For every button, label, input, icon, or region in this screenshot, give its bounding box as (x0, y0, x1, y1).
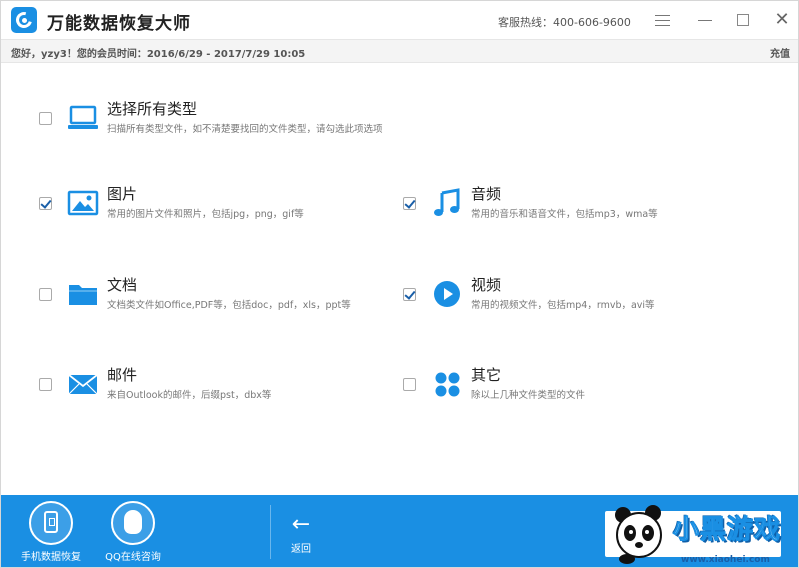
play-icon (434, 281, 460, 307)
phone-recovery-label: 手机数据恢复 (21, 552, 81, 563)
qq-consult-button[interactable]: QQ在线咨询 (97, 501, 169, 563)
option-title: 音频 (471, 185, 502, 203)
menu-button[interactable] (651, 9, 675, 31)
option-select-all[interactable]: 选择所有类型 扫描所有类型文件，如不清楚要找回的文件类型，请勾选此项选项 (39, 100, 383, 145)
back-arrow-icon: ← (291, 512, 311, 537)
option-title: 邮件 (107, 366, 138, 384)
app-title: 万能数据恢复大师 (47, 14, 191, 34)
back-button[interactable]: ← 返回 (281, 501, 321, 556)
recharge-link[interactable]: 充值 (770, 45, 790, 60)
title-bar: 万能数据恢复大师 客服热线：400-606-9600 ✕ (1, 1, 798, 39)
option-other[interactable]: 其它 除以上几种文件类型的文件 (403, 366, 723, 411)
option-desc: 来自Outlook的邮件，后缀pst，dbx等 (107, 390, 272, 401)
panda-mascot-icon (615, 505, 662, 564)
image-icon (67, 190, 99, 216)
back-label: 返回 (291, 544, 311, 555)
option-images[interactable]: 图片 常用的图片文件和照片，包括jpg，png，gif等 (39, 185, 359, 230)
audio-checkbox[interactable] (403, 197, 416, 210)
brand-logo-text: 小黑游戏 (672, 515, 782, 546)
option-title: 文档 (107, 276, 138, 294)
phone-recovery-button[interactable]: 手机数据恢复 (15, 501, 87, 563)
option-title: 选择所有类型 (107, 100, 198, 118)
video-checkbox[interactable] (403, 288, 416, 301)
option-desc: 常用的图片文件和照片，包括jpg，png，gif等 (107, 209, 304, 220)
close-button[interactable]: ✕ (770, 9, 794, 31)
option-documents[interactable]: 文档 文档类文件如Office,PDF等，包括doc，pdf，xls，ppt等 (39, 276, 359, 321)
maximize-button[interactable] (732, 9, 756, 31)
option-audio[interactable]: 音频 常用的音乐和语音文件，包括mp3，wma等 (403, 185, 723, 230)
hotline-text: 客服热线：400-606-9600 (498, 16, 631, 29)
divider (270, 505, 271, 559)
qq-consult-label: QQ在线咨询 (105, 552, 161, 563)
option-desc: 除以上几种文件类型的文件 (471, 390, 586, 401)
envelope-icon (68, 374, 98, 395)
option-desc: 文档类文件如Office,PDF等，包括doc，pdf，xls，ppt等 (107, 300, 351, 311)
four-dots-icon (435, 372, 460, 397)
music-note-icon (434, 188, 460, 216)
option-title: 图片 (107, 185, 138, 203)
option-desc: 扫描所有类型文件，如不清楚要找回的文件类型，请勾选此项选项 (107, 124, 383, 135)
app-logo-icon (11, 7, 37, 33)
laptop-icon (68, 105, 98, 129)
option-desc: 常用的音乐和语音文件，包括mp3，wma等 (471, 209, 658, 220)
minimize-button[interactable] (694, 9, 718, 31)
images-checkbox[interactable] (39, 197, 52, 210)
option-title: 其它 (471, 366, 502, 384)
member-bar: 您好，yzy3！您的会员时间：2016/6/29 - 2017/7/29 10:… (1, 39, 798, 63)
qq-penguin-icon (111, 501, 155, 545)
mail-checkbox[interactable] (39, 378, 52, 391)
option-mail[interactable]: 邮件 来自Outlook的邮件，后缀pst，dbx等 (39, 366, 359, 411)
brand-url: www.xiaohei.com (681, 555, 770, 565)
member-info: 您好，yzy3！您的会员时间：2016/6/29 - 2017/7/29 10:… (11, 49, 306, 60)
select-all-checkbox[interactable] (39, 112, 52, 125)
phone-icon (29, 501, 73, 545)
documents-checkbox[interactable] (39, 288, 52, 301)
folder-icon (69, 285, 97, 305)
option-video[interactable]: 视频 常用的视频文件，包括mp4，rmvb，avi等 (403, 276, 723, 321)
option-desc: 常用的视频文件，包括mp4，rmvb，avi等 (471, 300, 655, 311)
app-window: 万能数据恢复大师 客服热线：400-606-9600 ✕ 您好，yzy3！您的会… (0, 0, 799, 568)
option-title: 视频 (471, 276, 502, 294)
other-checkbox[interactable] (403, 378, 416, 391)
